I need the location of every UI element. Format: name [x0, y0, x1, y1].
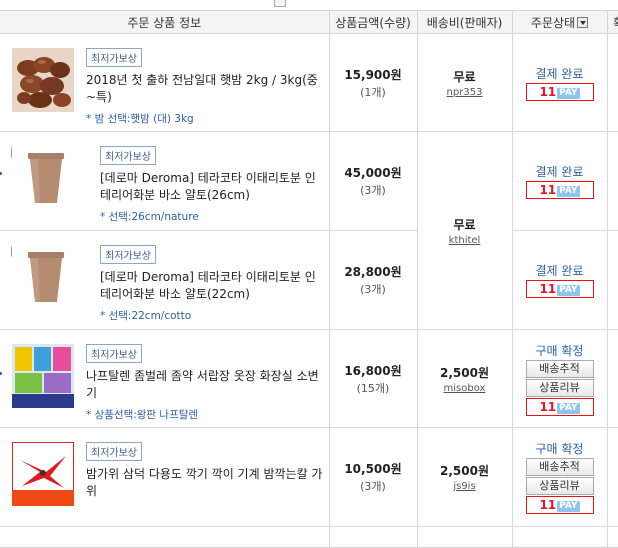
price-amount: 45,000원	[344, 166, 402, 180]
chestnut-cutter-thumbnail[interactable]	[12, 442, 74, 506]
product-name[interactable]: 2018년 첫 출하 전남일대 햇밤 2kg / 3kg(중~특)	[86, 72, 323, 106]
product-option: * 선택:22cm/cotto	[100, 310, 192, 322]
shipping-fee: 2,500원	[440, 365, 489, 380]
order-status[interactable]: 결제 완료	[513, 65, 607, 82]
naphthalene-thumbnail[interactable]	[12, 344, 74, 408]
product-info: 최저가보상 [데로마 Deroma] 테라코타 이태리토분 인테리어화분 바소 …	[0, 231, 329, 329]
table-row: 최저가보상 나프탈렌 좀벌레 좀약 서랍장 옷장 화장실 소변기 * 상품선택:…	[0, 329, 618, 428]
price-amount: 16,800원	[344, 363, 402, 378]
product-info: 최저가보상 나프탈렌 좀벌레 좀약 서랍장 옷장 화장실 소변기 * 상품선택:…	[0, 330, 329, 427]
product-option: * 밤 선택:햇밤 (대) 3kg	[86, 113, 194, 125]
bullet-dot-icon	[0, 172, 2, 175]
product-option: * 선택:26cm/nature	[100, 211, 199, 223]
quantity: (3개)	[360, 480, 386, 493]
bullet-dot-icon	[0, 372, 2, 375]
product-review-button[interactable]: 상품리뷰	[525, 378, 594, 397]
terracotta-pot-thumbnail[interactable]	[12, 246, 74, 310]
order-status[interactable]: 구매 확정	[513, 342, 607, 359]
table-row: 최저가보상 [데로마 Deroma] 테라코타 이태리토분 인테리어화분 바소 …	[0, 131, 618, 330]
order-status[interactable]: 구매 확정	[513, 440, 607, 457]
track-delivery-button[interactable]: 배송추적	[525, 359, 594, 378]
price-amount: 15,900원	[344, 67, 402, 82]
status-filter-dropdown-icon[interactable]	[577, 16, 589, 28]
order-table: 주문 상품 정보 상품금액(수량) 배송비(판매자) 주문상태 확	[0, 10, 618, 548]
product-name[interactable]: [데로마 Deroma] 테라코타 이태리토분 인테리어화분 바소 얄토(22c…	[100, 269, 323, 303]
table-row: 최저가보상 2018년 첫 출하 전남일대 햇밤 2kg / 3kg(중~특) …	[0, 33, 618, 132]
header-order-status[interactable]: 주문상태	[511, 10, 608, 34]
11pay-icon: 11 PAY	[525, 397, 594, 416]
lowest-price-badge[interactable]: 최저가보상	[86, 344, 142, 363]
product-name[interactable]: [데로마 Deroma] 테라코타 이태리토분 인테리어화분 바소 얄토(26c…	[100, 170, 323, 204]
table-header-row: 주문 상품 정보 상품금액(수량) 배송비(판매자) 주문상태 확	[0, 10, 618, 34]
11pay-icon: 11 PAY	[525, 181, 594, 199]
header-order-info: 주문 상품 정보	[0, 10, 330, 34]
quantity: (3개)	[360, 184, 386, 197]
product-option: * 상품선택:왕판 나프탈렌	[86, 409, 199, 421]
quantity: (1개)	[360, 85, 386, 99]
table-row	[0, 526, 618, 548]
lowest-price-badge[interactable]: 최저가보상	[86, 442, 142, 461]
lowest-price-badge[interactable]: 최저가보상	[86, 48, 142, 67]
product-info: 최저가보상 2018년 첫 출하 전남일대 햇밤 2kg / 3kg(중~특) …	[0, 34, 329, 131]
lowest-price-badge[interactable]: 최저가보상	[100, 146, 156, 165]
top-control[interactable]	[274, 0, 286, 7]
price-amount: 28,800원	[344, 265, 402, 279]
chestnut-thumbnail[interactable]	[12, 48, 74, 112]
seller-link[interactable]: js9is	[418, 481, 512, 492]
header-price-qty: 상품금액(수량)	[328, 10, 418, 34]
order-status[interactable]: 결제 완료	[513, 163, 607, 180]
quantity: (15개)	[356, 381, 390, 395]
11pay-icon: 11 PAY	[525, 82, 594, 101]
product-info: 최저가보상 밤가위 삼덕 다용도 깍기 깍이 기계 밤깍는칼 가위	[0, 428, 329, 526]
product-review-button[interactable]: 상품리뷰	[525, 477, 594, 495]
seller-link[interactable]: npr353	[418, 87, 512, 98]
shipping-fee: 무료	[453, 217, 476, 232]
lowest-price-badge[interactable]: 최저가보상	[100, 245, 156, 264]
terracotta-pot-thumbnail[interactable]	[12, 147, 74, 211]
11pay-icon: 11 PAY	[525, 496, 594, 514]
product-name[interactable]: 나프탈렌 좀벌레 좀약 서랍장 옷장 화장실 소변기	[86, 368, 323, 402]
table-row: 최저가보상 [데로마 Deroma] 테라코타 이태리토분 인테리어화분 바소 …	[0, 230, 618, 330]
product-info: 최저가보상 [데로마 Deroma] 테라코타 이태리토분 인테리어화분 바소 …	[0, 132, 329, 230]
product-name[interactable]: 밤가위 삼덕 다용도 깍기 깍이 기계 밤깍는칼 가위	[86, 466, 323, 500]
quantity: (3개)	[360, 283, 386, 296]
seller-link[interactable]: misobox	[418, 383, 512, 394]
price-amount: 10,500원	[344, 462, 402, 476]
track-delivery-button[interactable]: 배송추적	[525, 458, 594, 476]
order-status[interactable]: 결제 완료	[513, 262, 607, 279]
shipping-fee: 2,500원	[440, 464, 489, 478]
seller-link[interactable]: kthitel	[418, 235, 512, 246]
header-extra: 확	[606, 10, 618, 34]
header-shipping-seller: 배송비(판매자)	[416, 10, 513, 34]
shipping-fee: 무료	[453, 69, 476, 84]
table-row: 최저가보상 밤가위 삼덕 다용도 깍기 깍이 기계 밤깍는칼 가위 10,500…	[0, 427, 618, 527]
11pay-icon: 11 PAY	[525, 280, 594, 298]
